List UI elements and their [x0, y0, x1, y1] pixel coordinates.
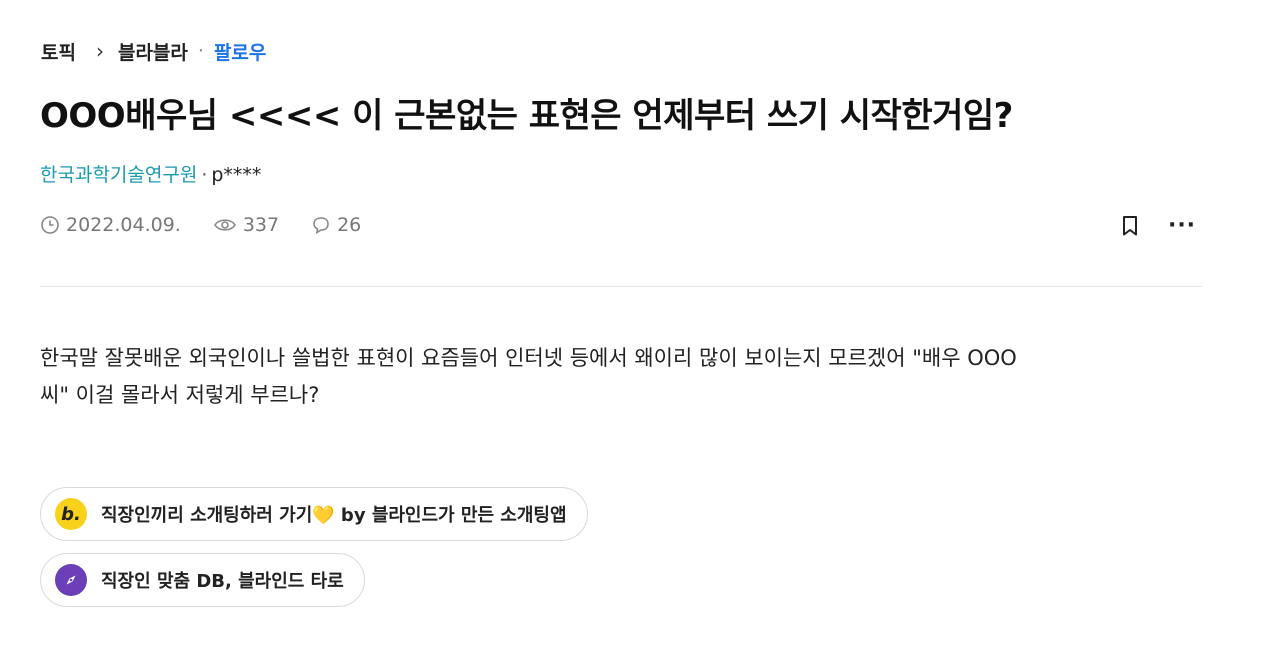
eye-icon — [213, 219, 236, 231]
more-options-button[interactable]: ··· — [1168, 212, 1196, 240]
breadcrumb-topic[interactable]: 토픽 — [41, 38, 76, 65]
blind-b-icon: b. — [55, 498, 87, 530]
post-actions: ··· — [1116, 212, 1196, 240]
promo-label: 직장인끼리 소개팅하러 가기💛 by 블라인드가 만든 소개팅앱 — [101, 505, 567, 526]
post-title: OOO배우님 <<<< 이 근본없는 표현은 언제부터 쓰기 시작한거임? — [40, 96, 1013, 136]
post-meta: 2022.04.09. 337 26 — [40, 211, 393, 239]
post-views: 337 — [213, 214, 279, 236]
post-views-count: 337 — [242, 214, 280, 236]
post-body-line: 한국말 잘못배운 외국인이나 쓸법한 표현이 요즘들어 인터넷 등에서 왜이리 … — [40, 346, 1017, 370]
author-nickname: p**** — [211, 164, 262, 186]
author-company[interactable]: 한국과학기술연구원 — [40, 164, 197, 186]
breadcrumb-dot: · — [197, 40, 204, 62]
clock-icon — [41, 216, 59, 234]
author-line: 한국과학기술연구원 · p**** — [40, 160, 261, 187]
bookmark-button[interactable] — [1116, 212, 1144, 240]
breadcrumb-channel[interactable]: 블라블라 — [118, 38, 188, 65]
post-page: 토픽 › 블라블라 · 팔로우 OOO배우님 <<<< 이 근본없는 표현은 언… — [0, 0, 1280, 646]
post-body: 한국말 잘못배운 외국인이나 쓸법한 표현이 요즘들어 인터넷 등에서 왜이리 … — [40, 340, 1220, 414]
author-separator: · — [201, 164, 208, 186]
follow-button[interactable]: 팔로우 — [214, 38, 266, 65]
promo-blind-dating[interactable]: b. 직장인끼리 소개팅하러 가기💛 by 블라인드가 만든 소개팅앱 — [40, 487, 588, 541]
post-body-line: 씨" 이걸 몰라서 저렇게 부르나? — [40, 383, 320, 407]
divider — [40, 286, 1202, 287]
promo-blind-tarot[interactable]: 직장인 맞춤 DB, 블라인드 타로 — [40, 553, 365, 607]
compass-icon — [55, 564, 87, 596]
bookmark-icon — [1123, 216, 1137, 236]
breadcrumb: 토픽 › 블라블라 · 팔로우 — [41, 38, 266, 64]
chevron-right-icon: › — [95, 39, 104, 63]
post-comments-count: 26 — [337, 214, 362, 236]
post-date-text: 2022.04.09. — [66, 214, 181, 236]
post-comments[interactable]: 26 — [311, 214, 361, 236]
post-date: 2022.04.09. — [40, 214, 181, 236]
comment-icon — [313, 217, 329, 235]
promo-label: 직장인 맞춤 DB, 블라인드 타로 — [101, 571, 344, 592]
